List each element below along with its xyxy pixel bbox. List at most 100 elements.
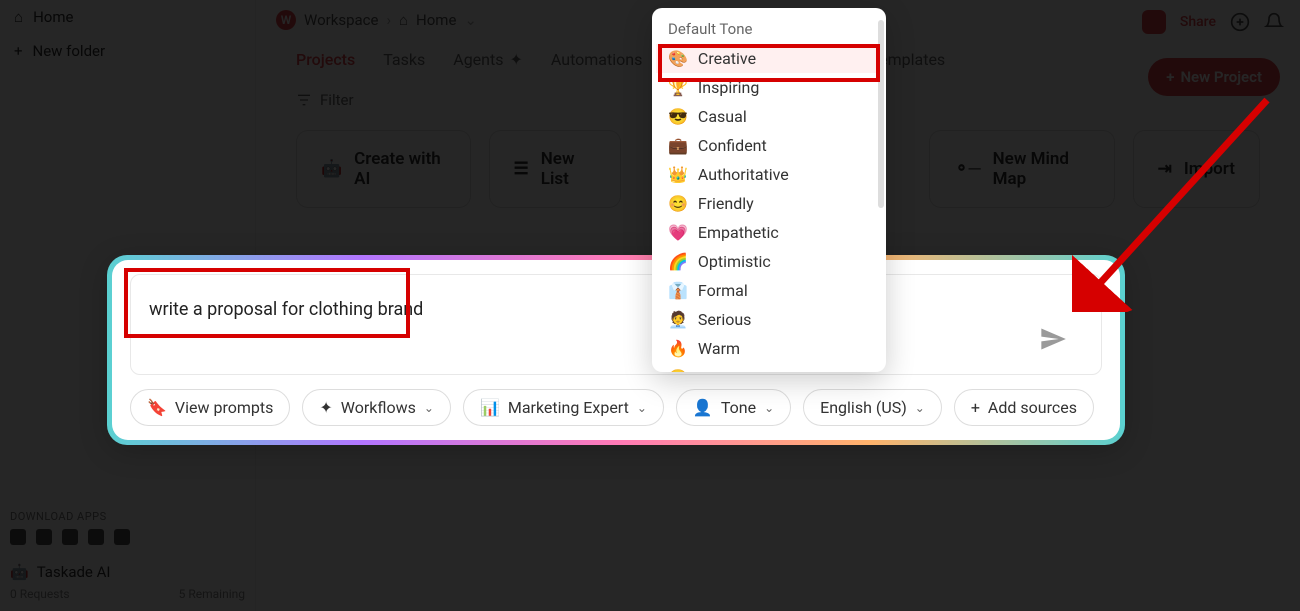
tone-option-authoritative[interactable]: 👑Authoritative <box>656 160 882 189</box>
create-with-ai-button[interactable]: 🤖 Create with AI <box>296 130 471 208</box>
windows-icon[interactable] <box>62 529 78 545</box>
filter-label: Filter <box>320 91 354 109</box>
ai-prompt-panel: write a proposal for clothing brand 🔖 Vie… <box>110 258 1122 442</box>
tone-option-empathetic[interactable]: 💗Empathetic <box>656 218 882 247</box>
tone-dropdown-header: Default Tone <box>656 14 882 44</box>
tone-option-optimistic[interactable]: 🌈Optimistic <box>656 247 882 276</box>
tone-option-label: Warm <box>698 339 740 358</box>
tab-agents[interactable]: Agents ✦ <box>453 50 523 77</box>
breadcrumb-home[interactable]: Home <box>416 11 456 29</box>
tone-option-label: Optimistic <box>698 252 771 271</box>
scrollbar[interactable] <box>878 20 884 208</box>
tone-emoji-icon: 🧑‍💼 <box>668 310 688 329</box>
tab-projects[interactable]: Projects <box>296 50 355 77</box>
remaining-count: 5 Remaining <box>179 587 245 601</box>
new-mindmap-button[interactable]: ⚬─New Mind Map <box>929 130 1114 208</box>
ai-stats: 0 Requests 5 Remaining <box>10 587 245 601</box>
header-right: Share <box>1142 10 1284 34</box>
list-icon: ☰ <box>514 159 529 179</box>
chevron-down-icon: ⌄ <box>637 401 647 415</box>
filter-icon <box>296 92 312 108</box>
persona-label: Marketing Expert <box>508 398 629 417</box>
tone-emoji-icon: 🎨 <box>668 49 688 68</box>
tone-emoji-icon: 😂 <box>668 368 688 372</box>
new-project-button[interactable]: + New Project <box>1148 58 1280 96</box>
tone-option-label: Casual <box>698 107 747 126</box>
workspace-badge[interactable]: W <box>276 10 296 30</box>
tab-automations-label: Automations <box>551 50 642 69</box>
ai-icon: 🤖 <box>10 563 29 581</box>
persona-chip[interactable]: 📊 Marketing Expert ⌄ <box>463 389 664 426</box>
bookmark-icon: 🔖 <box>147 398 167 417</box>
taskade-ai-row[interactable]: 🤖 Taskade AI <box>10 563 245 581</box>
requests-count: 0 Requests <box>10 587 70 601</box>
mascot-icon[interactable] <box>1142 10 1166 34</box>
tone-chip[interactable]: 👤Tone⌄ <box>676 389 791 426</box>
new-list-label: New List <box>541 149 597 189</box>
workflows-chip[interactable]: ✦Workflows⌄ <box>302 389 451 426</box>
sidebar-newfolder-label: New folder <box>33 42 106 60</box>
chevron-right-icon: › <box>386 11 391 29</box>
tab-projects-label: Projects <box>296 50 355 69</box>
tab-tasks[interactable]: Tasks <box>383 50 425 77</box>
sidebar-bottom: DOWNLOAD APPS 🤖 Taskade AI 0 Requests 5 … <box>0 500 255 611</box>
tone-option-warm[interactable]: 🔥Warm <box>656 334 882 363</box>
new-list-button[interactable]: ☰ New List <box>489 130 622 208</box>
sparkle-icon: ✦ <box>509 50 522 69</box>
chrome-icon[interactable] <box>36 529 52 545</box>
ai-label: Taskade AI <box>37 563 111 581</box>
tab-tasks-label: Tasks <box>383 50 425 69</box>
tone-option-serious[interactable]: 🧑‍💼 Serious <box>656 305 882 334</box>
tone-option-creative[interactable]: 🎨Creative <box>656 44 882 73</box>
tone-option-inspiring[interactable]: 🏆Inspiring <box>656 73 882 102</box>
filter-button[interactable]: Filter <box>296 91 354 109</box>
import-label: Import <box>1184 159 1235 179</box>
tone-dropdown[interactable]: Default Tone 🎨Creative🏆Inspiring😎Casual💼… <box>652 8 886 372</box>
tone-option-humorous[interactable]: 😂 Humorous <box>656 363 882 372</box>
chart-icon: 📊 <box>480 398 500 417</box>
app-icons-row <box>10 529 245 545</box>
play-icon[interactable] <box>114 529 130 545</box>
tone-option-label: Authoritative <box>698 165 789 184</box>
add-sources-chip[interactable]: +Add sources <box>954 389 1094 426</box>
home-icon: ⌂ <box>14 8 23 26</box>
plus-icon: + <box>971 398 980 417</box>
import-button[interactable]: ⇥ Import <box>1133 130 1260 208</box>
appstore-icon[interactable] <box>88 529 104 545</box>
sparkles-icon: ✦ <box>319 398 332 417</box>
bell-icon[interactable] <box>1264 12 1284 32</box>
breadcrumb-workspace[interactable]: Workspace <box>304 11 378 29</box>
prompt-input[interactable]: write a proposal for clothing brand <box>135 289 1097 330</box>
tone-option-label: Inspiring <box>698 78 759 97</box>
tone-option-formal[interactable]: 👔 Formal <box>656 276 882 305</box>
tab-automations[interactable]: Automations <box>551 50 642 77</box>
sidebar-item-home[interactable]: ⌂ Home <box>0 0 255 34</box>
tab-agents-label: Agents <box>453 50 503 69</box>
tone-option-casual[interactable]: 😎Casual <box>656 102 882 131</box>
tone-emoji-icon: 👔 <box>668 281 688 300</box>
tone-option-confident[interactable]: 💼Confident <box>656 131 882 160</box>
plus-icon: + <box>14 42 23 60</box>
view-prompts-label: View prompts <box>175 398 273 417</box>
language-chip[interactable]: English (US)⌄ <box>803 389 942 426</box>
apple-icon[interactable] <box>10 529 26 545</box>
sidebar-item-new-folder[interactable]: + New folder <box>0 34 255 68</box>
share-button[interactable]: Share <box>1180 14 1216 30</box>
robot-icon: 🤖 <box>321 159 342 179</box>
language-label: English (US) <box>820 398 907 417</box>
send-button[interactable] <box>1039 325 1067 353</box>
tone-option-label: Serious <box>698 310 752 329</box>
chip-row: 🔖 View prompts ✦Workflows⌄ 📊 Marketing Exp… <box>130 389 1102 426</box>
tone-option-label: Humorous <box>698 368 773 372</box>
tone-option-friendly[interactable]: 😊Friendly <box>656 189 882 218</box>
chevron-down-icon[interactable]: ⌄ <box>464 11 477 29</box>
chevron-down-icon: ⌄ <box>424 401 434 415</box>
new-project-label: New Project <box>1180 68 1262 86</box>
create-ai-label: Create with AI <box>354 149 445 189</box>
import-icon: ⇥ <box>1158 159 1172 179</box>
plus-icon: + <box>1166 68 1174 86</box>
home-icon: ⌂ <box>399 11 408 29</box>
view-prompts-chip[interactable]: 🔖 View prompts <box>130 389 290 426</box>
tone-option-label: Formal <box>698 281 748 300</box>
plus-circle-icon[interactable] <box>1230 12 1250 32</box>
